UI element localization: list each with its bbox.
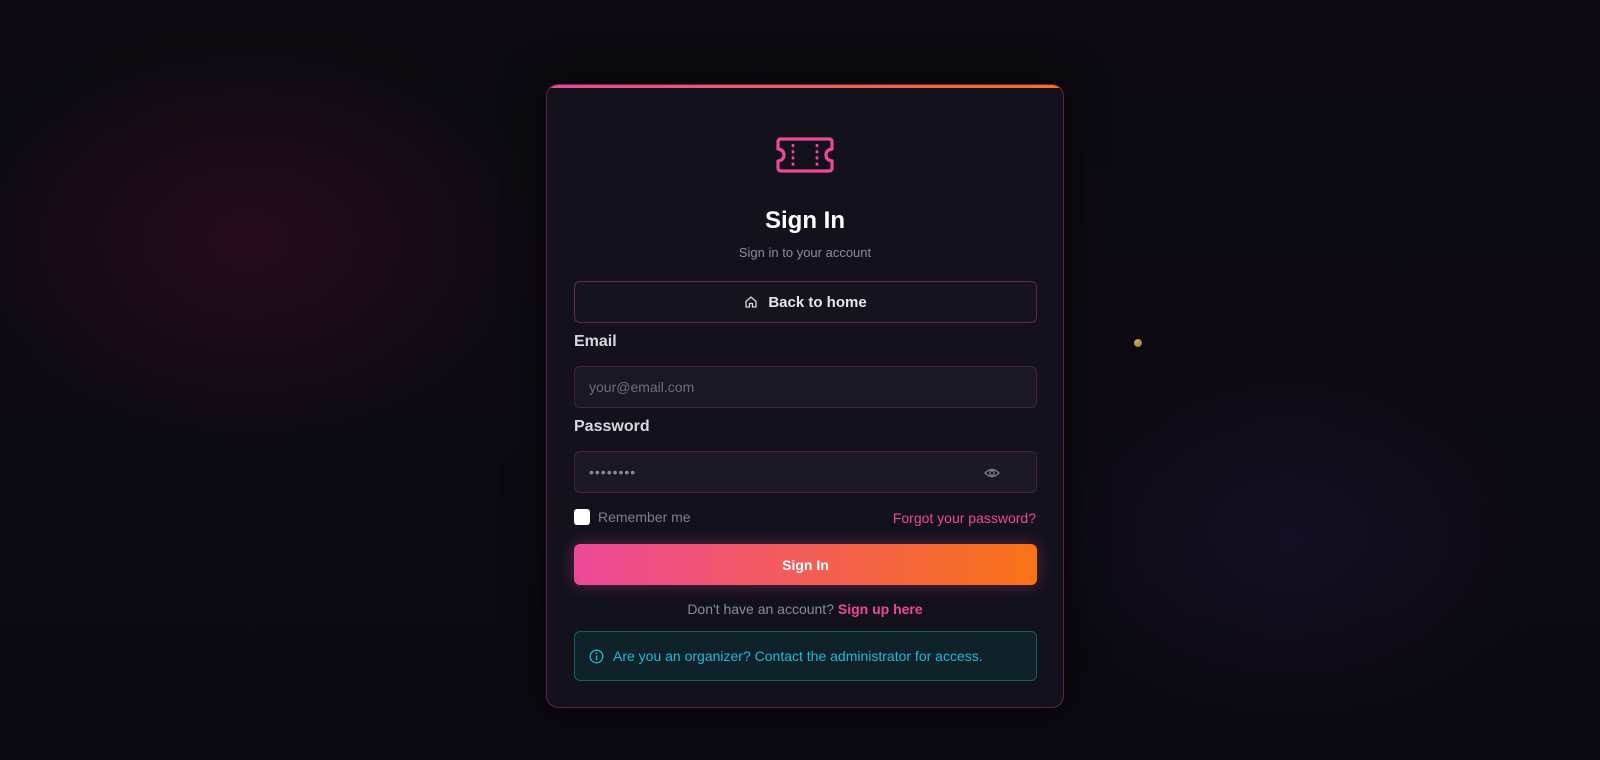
password-label: Password — [574, 418, 650, 435]
signin-card: Sign In Sign in to your account Back to … — [546, 84, 1064, 708]
remember-me-label: Remember me — [598, 509, 691, 525]
email-field[interactable] — [589, 379, 1036, 395]
forgot-password-link[interactable]: Forgot your password? — [893, 510, 1036, 526]
back-to-home-button[interactable]: Back to home — [574, 281, 1037, 323]
email-label: Email — [574, 333, 617, 350]
info-text: Are you an organizer? Contact the admini… — [613, 648, 983, 664]
remember-me-checkbox[interactable] — [574, 509, 590, 525]
signup-link[interactable]: Sign up here — [838, 601, 923, 617]
page-subtitle: Sign in to your account — [738, 245, 872, 260]
password-masked-value: •••••••• — [589, 464, 637, 480]
home-icon — [745, 296, 757, 308]
signup-row: Don't have an account? Sign up here — [547, 601, 1063, 617]
eye-icon[interactable] — [984, 466, 1000, 480]
ticket-icon — [776, 137, 834, 173]
page-title: Sign In — [765, 207, 845, 234]
signup-prompt: Don't have an account? — [687, 601, 834, 617]
sign-in-button[interactable]: Sign In — [574, 544, 1037, 585]
decorative-dot — [1134, 339, 1142, 347]
remember-me-row: Remember me — [574, 509, 691, 525]
info-icon — [589, 649, 604, 663]
back-to-home-label: Back to home — [768, 293, 867, 311]
password-field[interactable]: •••••••• — [574, 451, 1037, 493]
email-field-container — [574, 366, 1037, 408]
organizer-info-box: Are you an organizer? Contact the admini… — [574, 631, 1037, 681]
